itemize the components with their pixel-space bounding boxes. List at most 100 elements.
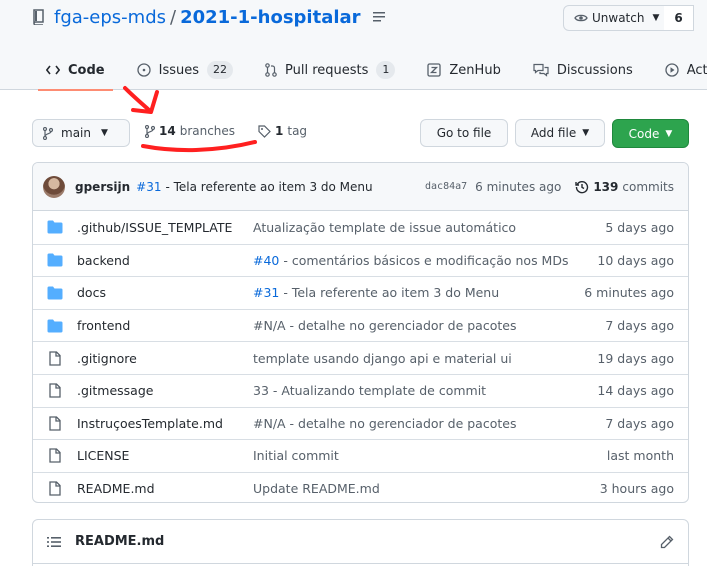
file-commit-message[interactable]: #N/A - detalhe no gerenciador de pacotes	[253, 318, 597, 333]
table-of-contents-icon[interactable]	[47, 536, 61, 548]
tab-zenhub-label: ZenHub	[449, 62, 501, 78]
file-name-link[interactable]: .gitignore	[77, 351, 253, 366]
branches-link[interactable]: 14 branches	[145, 124, 235, 138]
file-commit-text[interactable]: template usando django api e material ui	[253, 351, 512, 366]
history-icon	[575, 180, 589, 193]
file-commit-text[interactable]: 33 - Atualizando template de commit	[253, 383, 486, 398]
commits-label: commits	[622, 179, 674, 194]
file-commit-message[interactable]: Update README.md	[253, 481, 592, 496]
repo-name-link[interactable]: 2021-1-hospitalar	[180, 7, 360, 28]
tab-discussions[interactable]: Discussions	[517, 50, 649, 90]
file-age: 3 hours ago	[599, 481, 674, 497]
commit-sha[interactable]: dac84a7	[425, 181, 467, 192]
tab-discussions-label: Discussions	[556, 62, 633, 78]
branch-icon	[145, 124, 155, 138]
play-icon	[665, 63, 679, 77]
tab-issues-label: Issues	[158, 62, 199, 78]
file-commit-message[interactable]: Initial commit	[253, 448, 599, 463]
folder-icon	[47, 319, 63, 333]
file-row[interactable]: .gitignore template usando django api e m…	[33, 341, 688, 374]
file-row[interactable]: frontend #N/A - detalhe no gerenciador de…	[33, 308, 688, 342]
file-row[interactable]: .gitmessage 33 - Atualizando template de …	[33, 373, 688, 407]
watch-count[interactable]: 6	[664, 5, 694, 31]
commit-issue-link[interactable]: #31	[136, 180, 161, 194]
tags-link[interactable]: 1 tag	[258, 124, 307, 138]
chevron-down-icon: ▼	[652, 13, 660, 23]
file-commit-text[interactable]: #N/A - detalhe no gerenciador de pacotes	[253, 318, 516, 333]
latest-commit-bar: gpersijn #31 - Tela referente ao item 3 …	[33, 163, 688, 211]
file-commit-text[interactable]: Update README.md	[253, 481, 380, 496]
file-commit-text[interactable]: Initial commit	[253, 448, 339, 463]
file-row[interactable]: .github/ISSUE_TEMPLATE Atualização templa…	[33, 211, 688, 244]
code-download-button[interactable]: Code ▼	[612, 119, 689, 148]
annotation-arrow-shaft	[123, 86, 151, 112]
pull-requests-count: 1	[376, 61, 396, 79]
commit-message[interactable]: - Tela referente ao item 3 do Menu	[165, 180, 372, 194]
add-file-button[interactable]: Add file ▼	[515, 119, 605, 147]
edit-pencil-icon[interactable]	[660, 535, 674, 549]
zenhub-icon	[427, 63, 442, 77]
file-commit-message[interactable]: #N/A - detalhe no gerenciador de pacotes	[253, 416, 597, 431]
file-row[interactable]: README.md Update README.md 3 hours ago	[33, 471, 688, 502]
file-commit-text[interactable]: #N/A - detalhe no gerenciador de pacotes	[253, 416, 516, 431]
unwatch-label: Unwatch	[592, 11, 645, 25]
file-icon	[47, 448, 63, 464]
chevron-down-icon: ▼	[582, 128, 590, 138]
file-name-link[interactable]: backend	[77, 253, 253, 268]
commit-author[interactable]: gpersijn	[75, 180, 130, 194]
tag-icon	[258, 124, 271, 138]
file-commit-text[interactable]: Atualização template de issue automático	[253, 220, 516, 235]
branch-icon	[43, 126, 53, 140]
readme-header: README.md	[33, 520, 688, 564]
repo-owner-link[interactable]: fga-eps-mds	[54, 7, 166, 28]
file-commit-message[interactable]: 33 - Atualizando template de commit	[253, 383, 589, 398]
file-age: 14 days ago	[597, 383, 674, 399]
file-commit-issue-link[interactable]: #31	[253, 285, 279, 300]
file-commit-text[interactable]: - comentários básicos e modificação nos …	[279, 253, 568, 268]
go-to-file-button[interactable]: Go to file	[420, 119, 508, 147]
chevron-down-icon: ▼	[665, 128, 673, 139]
file-icon	[47, 416, 63, 431]
commits-count: 139	[593, 179, 619, 194]
chevron-down-icon: ▼	[100, 128, 108, 138]
file-name-link[interactable]: LICENSE	[77, 448, 253, 463]
file-row[interactable]: InstruçoesTemplate.md #N/A - detalhe no g…	[33, 406, 688, 440]
branch-select-button[interactable]: main ▼	[32, 119, 130, 147]
file-icon	[47, 481, 63, 496]
file-age: 6 minutes ago	[584, 285, 674, 301]
branches-count: 14	[159, 124, 176, 138]
file-commit-text[interactable]: - Tela referente ao item 3 do Menu	[279, 285, 499, 300]
file-name-link[interactable]: frontend	[77, 318, 253, 333]
annotation-arrow-head	[131, 90, 159, 114]
file-age: 10 days ago	[597, 252, 674, 268]
branches-label: branches	[179, 124, 236, 138]
file-name-link[interactable]: InstruçoesTemplate.md	[77, 416, 253, 431]
file-commit-message[interactable]: #31 - Tela referente ao item 3 do Menu	[253, 285, 576, 300]
file-row[interactable]: docs #31 - Tela referente ao item 3 do Me…	[33, 276, 688, 309]
file-row[interactable]: LICENSE Initial commit last month	[33, 439, 688, 472]
file-commit-message[interactable]: template usando django api e material ui	[253, 351, 589, 366]
file-name-link[interactable]: .gitmessage	[77, 383, 253, 398]
file-name-link[interactable]: docs	[77, 285, 253, 300]
file-commit-message[interactable]: #40 - comentários básicos e modificação …	[253, 253, 589, 268]
file-name-link[interactable]: README.md	[77, 481, 253, 496]
file-name-link[interactable]: .github/ISSUE_TEMPLATE	[77, 220, 253, 235]
annotation-underline	[141, 140, 257, 153]
tab-code[interactable]: Code	[30, 50, 121, 91]
unwatch-button[interactable]: Unwatch ▼	[563, 5, 665, 31]
code-icon	[46, 65, 60, 75]
file-commit-issue-link[interactable]: #40	[253, 253, 279, 268]
file-row[interactable]: backend #40 - comentários básicos e modif…	[33, 243, 688, 277]
folder-icon	[47, 253, 63, 267]
avatar[interactable]	[43, 175, 65, 198]
file-commit-message[interactable]: Atualização template de issue automático	[253, 220, 597, 235]
readme-title: README.md	[75, 534, 165, 549]
tab-actions[interactable]: Actions	[649, 50, 707, 90]
tab-issues[interactable]: Issues 22	[121, 50, 249, 90]
tab-pull-requests[interactable]: Pull requests 1	[249, 50, 411, 90]
tab-zenhub[interactable]: ZenHub	[411, 50, 516, 90]
tab-actions-label: Actions	[686, 62, 707, 78]
commits-link[interactable]: 139 commits	[575, 180, 674, 194]
folder-icon	[47, 286, 63, 300]
file-age: 19 days ago	[597, 350, 674, 366]
